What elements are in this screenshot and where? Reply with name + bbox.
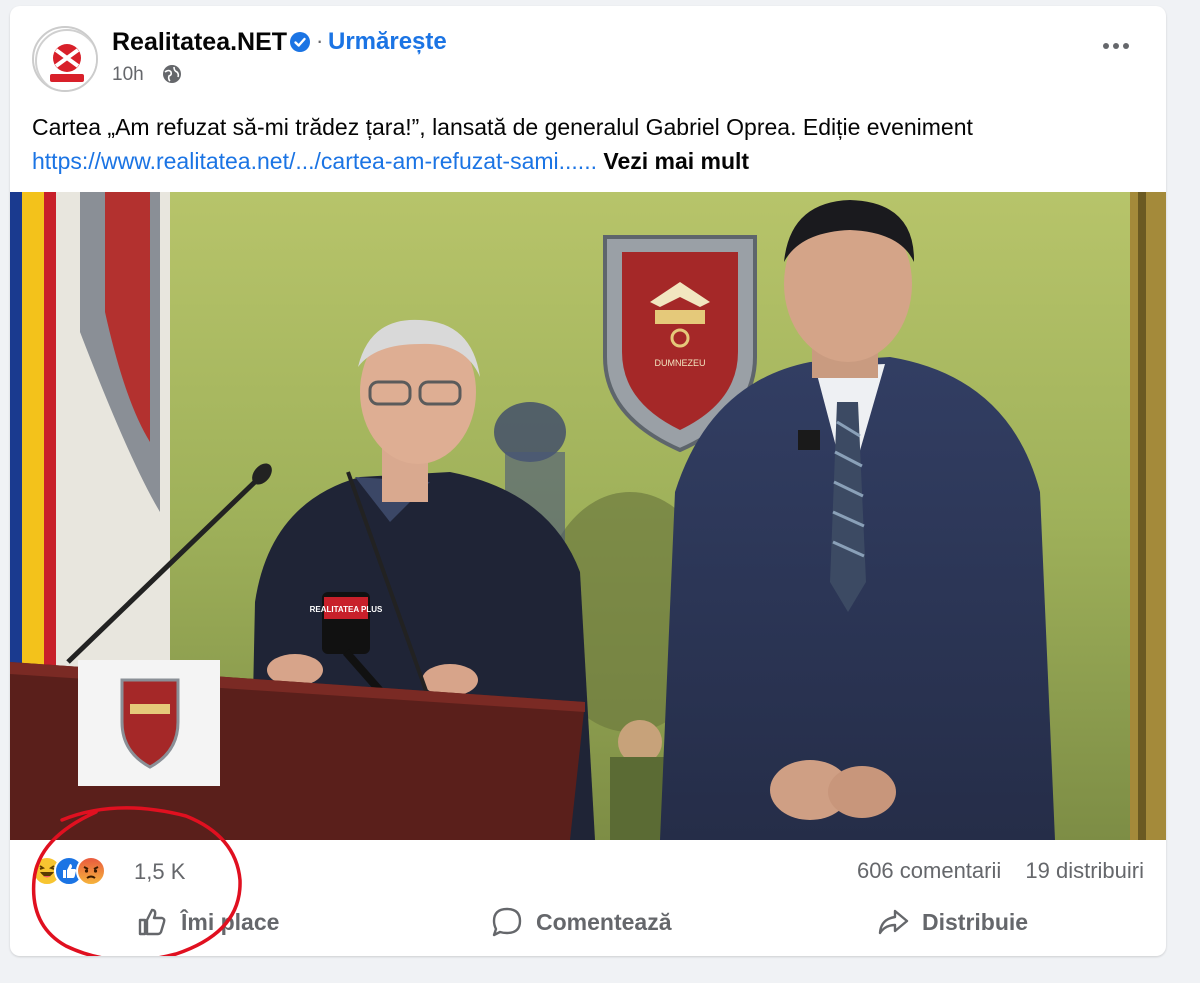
verified-badge-icon bbox=[290, 32, 310, 52]
comment-button[interactable]: Comentează bbox=[490, 900, 671, 944]
page-name[interactable]: Realitatea.NET bbox=[112, 28, 287, 57]
share-label: Distribuie bbox=[922, 908, 1029, 935]
engagement-stats: 606 comentarii 19 distribuiri bbox=[857, 858, 1144, 884]
comment-label: Comentează bbox=[536, 908, 672, 935]
post-photo[interactable]: DUMNEZEU REALITATEA PLUS bbox=[10, 192, 1166, 840]
globe-icon bbox=[163, 65, 181, 83]
share-button[interactable]: Distribuie bbox=[876, 900, 1028, 944]
comments-count[interactable]: 606 comentarii bbox=[857, 858, 1001, 883]
action-bar: Îmi place Comentează Distribuie bbox=[10, 900, 1166, 944]
post-text: Cartea „Am refuzat să-mi trădez țara!”, … bbox=[32, 114, 973, 140]
angry-reaction-icon bbox=[76, 856, 106, 886]
post-card: Realitatea.NET · Urmărește 10h Cartea „A… bbox=[10, 6, 1166, 956]
comment-icon bbox=[492, 907, 522, 937]
post-message: Cartea „Am refuzat să-mi trădez țara!”, … bbox=[32, 110, 1152, 178]
like-button[interactable]: Îmi place bbox=[135, 900, 279, 944]
reaction-count[interactable]: 1,5 K bbox=[134, 859, 185, 885]
separator-dot: · bbox=[316, 28, 324, 53]
follow-button[interactable]: Urmărește bbox=[328, 28, 447, 56]
post-link[interactable]: https://www.realitatea.net/.../cartea-am… bbox=[32, 148, 597, 174]
share-icon bbox=[878, 909, 909, 935]
more-options-icon[interactable] bbox=[1100, 36, 1132, 56]
mic-brand: REALITATEA PLUS bbox=[310, 605, 383, 614]
shares-count[interactable]: 19 distribuiri bbox=[1025, 858, 1144, 883]
see-more-link[interactable]: Vezi mai mult bbox=[603, 148, 749, 174]
shield-motto: DUMNEZEU bbox=[655, 358, 706, 368]
page-avatar[interactable] bbox=[32, 26, 98, 92]
post-timestamp[interactable]: 10h bbox=[112, 64, 144, 86]
thumbs-up-icon bbox=[138, 908, 166, 936]
post-header: Realitatea.NET · Urmărește 10h bbox=[10, 6, 1166, 106]
like-label: Îmi place bbox=[181, 908, 280, 935]
